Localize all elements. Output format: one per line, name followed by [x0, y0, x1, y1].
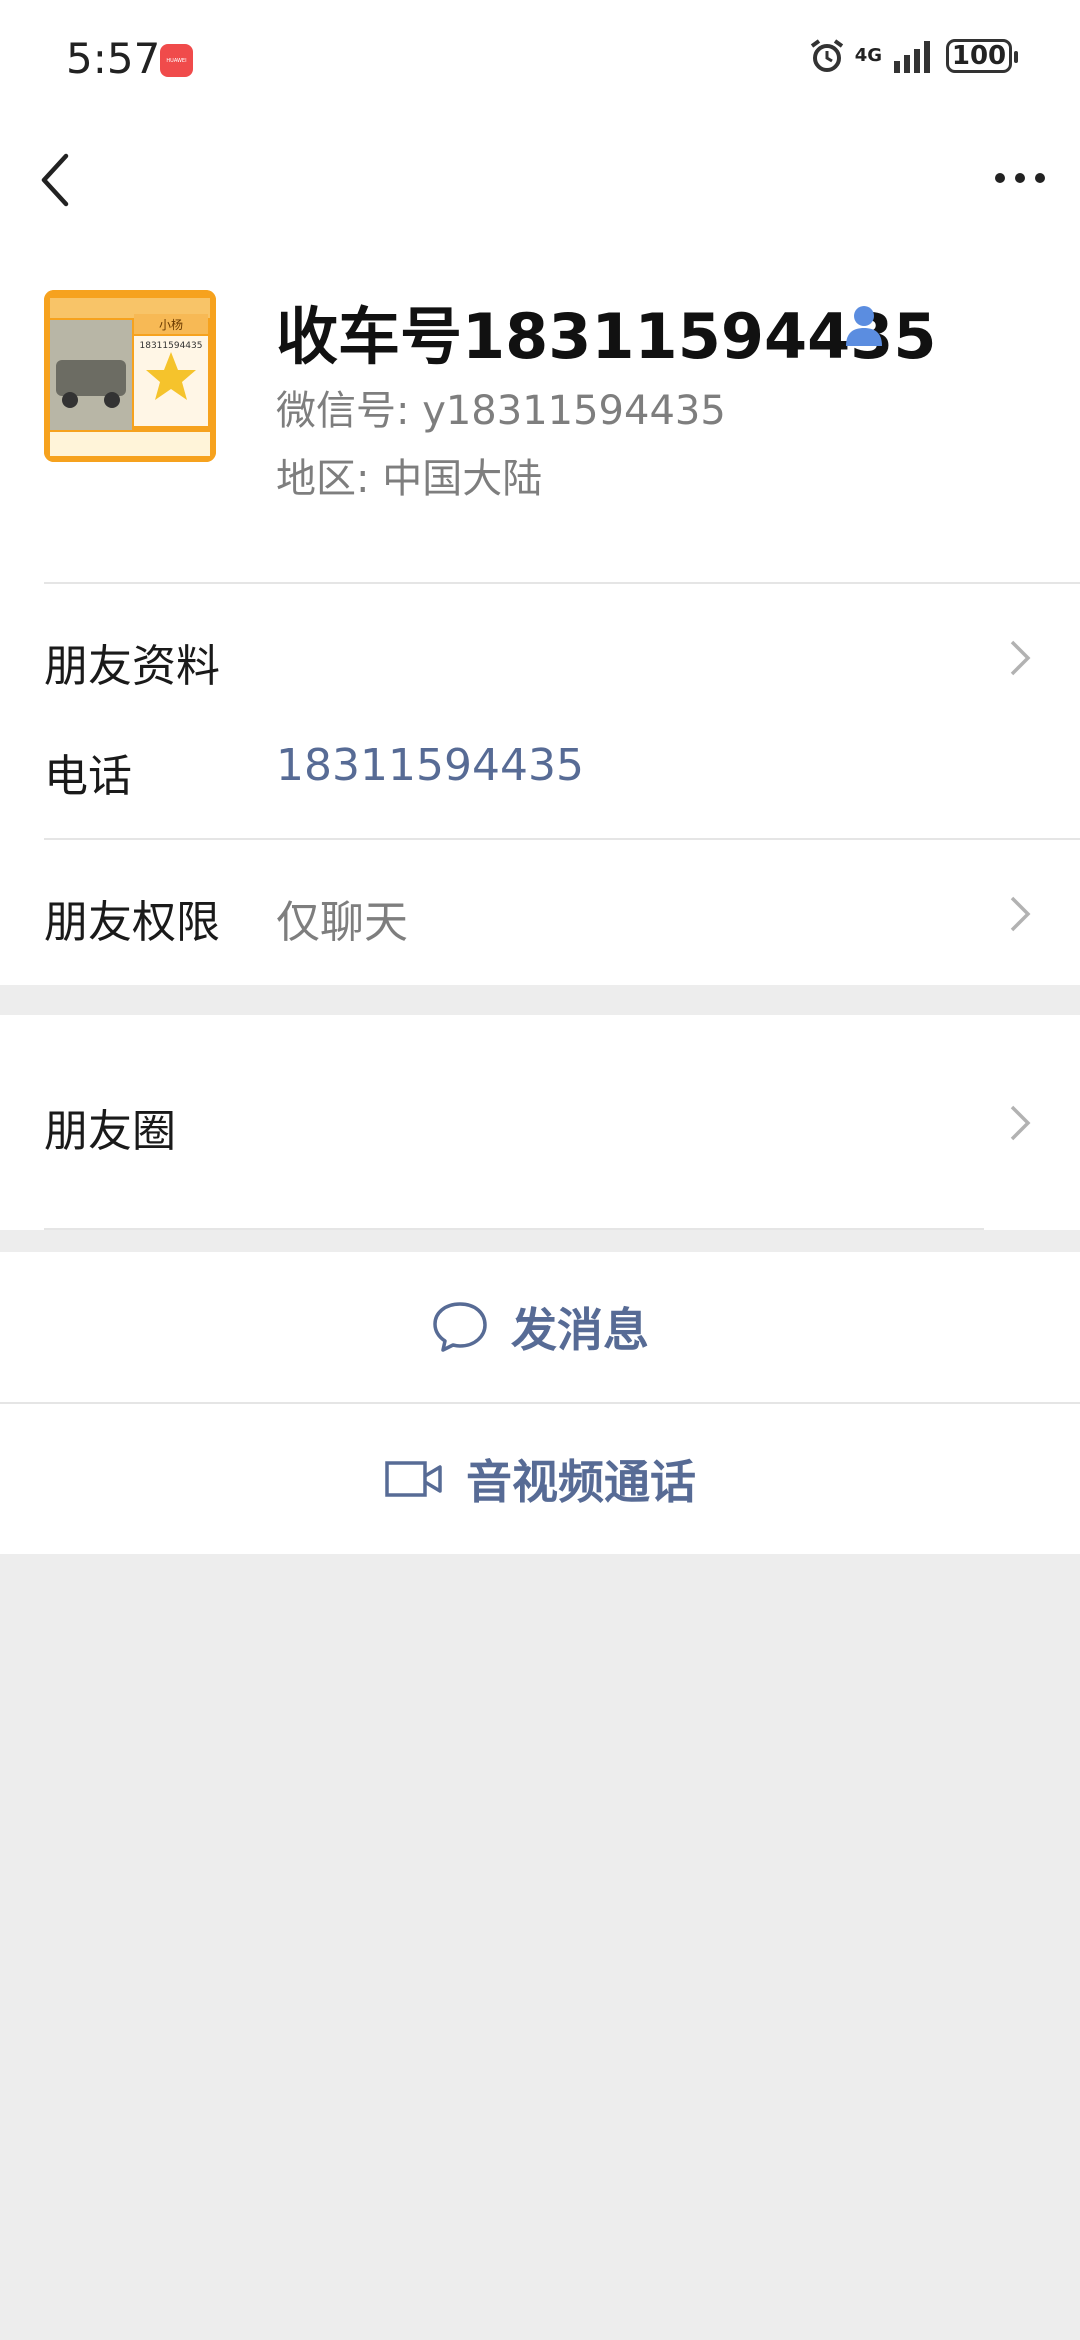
- wechat-id: 微信号: y18311594435: [276, 388, 726, 434]
- contact-name: 收车号18311594435: [276, 300, 937, 373]
- friend-info-label: 朋友资料: [44, 641, 220, 692]
- send-message-label: 发消息: [511, 1303, 649, 1357]
- avatar-image: 小杨 18311594435: [44, 290, 216, 462]
- signal-icon: [894, 41, 930, 73]
- status-bar: 5:57 HUAWEI 4G 100: [0, 0, 1080, 120]
- avatar-card-name: 小杨: [159, 317, 183, 332]
- chevron-right-icon: [1010, 640, 1031, 676]
- chat-bubble-icon: [433, 1302, 487, 1352]
- send-message-button[interactable]: 发消息: [0, 1252, 1080, 1402]
- video-call-button[interactable]: 音视频通话: [0, 1404, 1080, 1554]
- video-camera-icon: [385, 1461, 442, 1497]
- moments-row[interactable]: 朋友圈: [0, 1015, 1080, 1230]
- back-arrow-icon[interactable]: [36, 152, 76, 208]
- moments-label: 朋友圈: [44, 1106, 176, 1157]
- status-indicators: 4G 100: [809, 38, 1018, 74]
- status-time: 5:57: [66, 34, 161, 83]
- battery-level: 100: [951, 41, 1007, 71]
- alarm-icon: [810, 39, 843, 72]
- more-icon[interactable]: [994, 168, 1046, 188]
- chevron-right-icon: [1010, 896, 1031, 932]
- video-call-label: 音视频通话: [466, 1455, 696, 1509]
- phone-row: 电话 18311594435: [0, 730, 1080, 840]
- battery-icon: 100: [946, 39, 1018, 73]
- divider: [44, 1228, 984, 1230]
- friend-permission-row[interactable]: 朋友权限 仅聊天: [0, 840, 1080, 985]
- network-type-label: 4G: [854, 45, 882, 66]
- phone-label: 电话: [44, 751, 132, 802]
- avatar[interactable]: 小杨 18311594435: [44, 290, 216, 462]
- friend-info-row[interactable]: 朋友资料: [0, 584, 1080, 732]
- permission-label: 朋友权限: [44, 897, 220, 948]
- header-area: 5:57 HUAWEI 4G 100 小杨 18311594435 收车号183…: [0, 0, 1080, 985]
- chevron-right-icon: [1010, 1105, 1031, 1141]
- phone-number-link[interactable]: 18311594435: [276, 740, 584, 791]
- region: 地区: 中国大陆: [276, 456, 543, 502]
- app-notification-icon: HUAWEI: [160, 44, 193, 77]
- contact-person-icon: [846, 306, 882, 346]
- avatar-card-phone: 18311594435: [140, 341, 203, 351]
- permission-value: 仅聊天: [276, 897, 408, 948]
